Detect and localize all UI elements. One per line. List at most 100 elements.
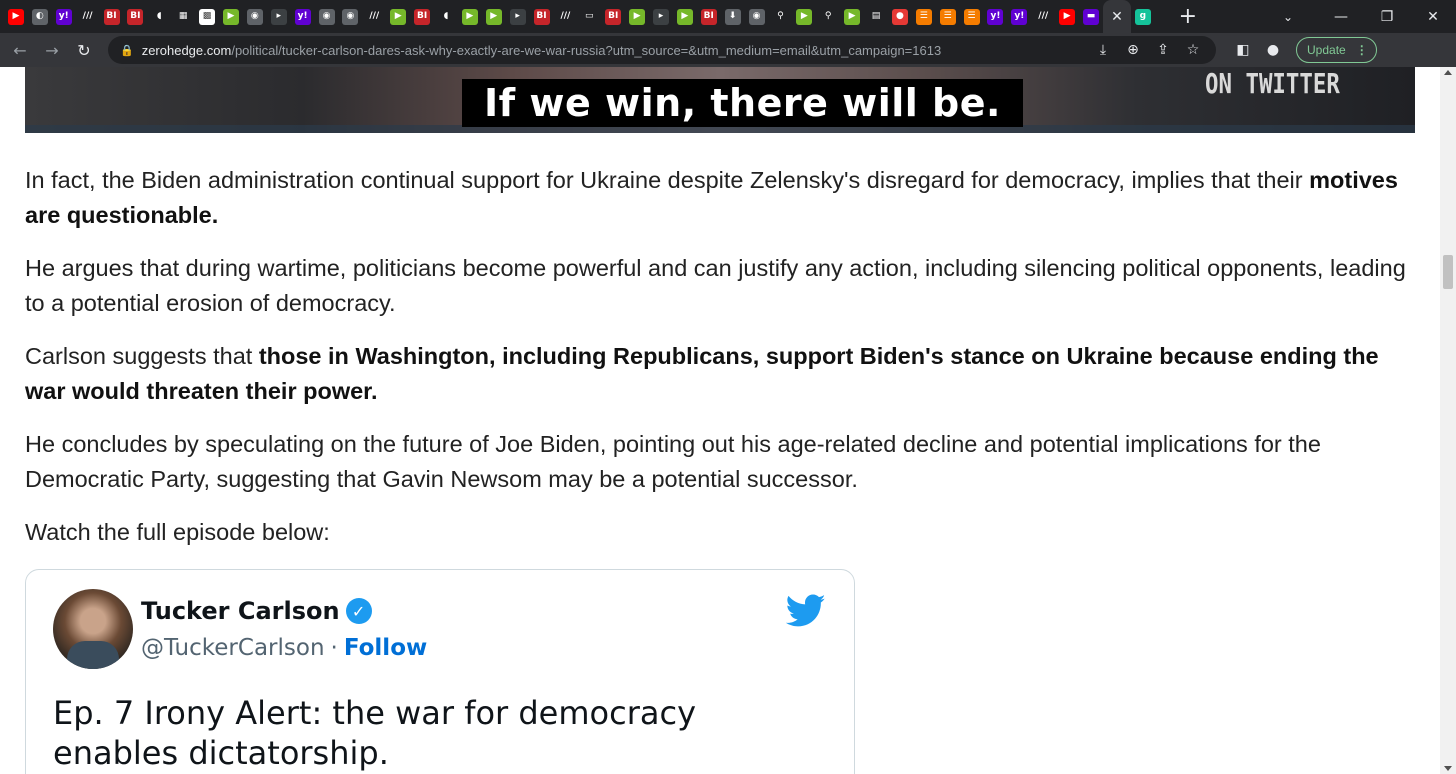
browser-tab[interactable]: ▶: [219, 0, 243, 33]
browser-tab[interactable]: ▬: [1079, 0, 1103, 33]
tweet-author-name[interactable]: Tucker Carlson: [141, 597, 340, 625]
browser-tab[interactable]: ◉: [243, 0, 267, 33]
browser-tab[interactable]: ▶: [673, 0, 697, 33]
handle-separator: ·: [330, 635, 338, 661]
browser-tab[interactable]: ●: [888, 0, 912, 33]
browser-tab[interactable]: ///: [553, 0, 577, 33]
browser-tab[interactable]: BI: [697, 0, 721, 33]
browser-tab[interactable]: ◖: [434, 0, 458, 33]
search-icon: ⚲: [772, 8, 789, 25]
url-text[interactable]: zerohedge.com/political/tucker-carlson-d…: [142, 43, 942, 58]
play-icon: ▶: [485, 8, 502, 25]
browser-tab[interactable]: BI: [123, 0, 147, 33]
minimize-button[interactable]: —: [1318, 0, 1364, 33]
address-bar[interactable]: 🔒 zerohedge.com/political/tucker-carlson…: [108, 36, 1216, 64]
browser-tab[interactable]: y!: [291, 0, 315, 33]
browser-tab[interactable]: y!: [52, 0, 76, 33]
new-tab-button[interactable]: +: [1173, 0, 1203, 33]
browser-tab[interactable]: ◉: [315, 0, 339, 33]
business-insider-icon: BI: [605, 8, 622, 25]
menu-dots-icon[interactable]: ⋮: [1356, 43, 1368, 57]
twitter-bird-icon[interactable]: [786, 594, 826, 628]
tweet-author[interactable]: Tucker Carlson ✓: [141, 597, 372, 625]
browser-tab[interactable]: ▶: [386, 0, 410, 33]
browser-tab[interactable]: ▶: [4, 0, 28, 33]
grid-icon: ▦: [175, 8, 192, 25]
browser-tab[interactable]: BI: [530, 0, 554, 33]
active-tab[interactable]: ✕: [1102, 0, 1131, 33]
browser-tab[interactable]: ⚲: [769, 0, 793, 33]
grammarly-icon: g: [1134, 8, 1151, 25]
browser-tab[interactable]: ▭: [577, 0, 601, 33]
side-panel-icon[interactable]: ◧: [1228, 42, 1258, 58]
update-button[interactable]: Update ⋮: [1296, 37, 1377, 63]
article-body: In fact, the Biden administration contin…: [25, 163, 1420, 568]
browser-tab[interactable]: ▦: [171, 0, 195, 33]
browser-tab[interactable]: ◖: [147, 0, 171, 33]
window-controls: ⌄ — ❐ ✕: [1258, 0, 1456, 33]
browser-tab[interactable]: ⬇: [721, 0, 745, 33]
toolbar-right: ◧ ● Update ⋮: [1228, 37, 1377, 63]
browser-tab[interactable]: ◉: [745, 0, 769, 33]
browser-tab[interactable]: y!: [1007, 0, 1031, 33]
lock-icon[interactable]: 🔒: [120, 44, 134, 57]
reload-button[interactable]: ↻: [70, 36, 98, 64]
browser-tab[interactable]: ▸: [267, 0, 291, 33]
browser-tab[interactable]: BI: [100, 0, 124, 33]
zoom-icon[interactable]: ⊕: [1118, 42, 1148, 58]
scroll-down-arrow-icon[interactable]: [1444, 766, 1452, 771]
globe-icon: ◉: [748, 8, 765, 25]
back-button[interactable]: ←: [6, 36, 34, 64]
browser-tab[interactable]: ▶: [625, 0, 649, 33]
browser-tab[interactable]: ▩: [195, 0, 219, 33]
page-scrollbar[interactable]: [1440, 67, 1456, 774]
share-icon[interactable]: ⇪: [1148, 42, 1178, 58]
browser-tab[interactable]: ///: [362, 0, 386, 33]
browser-tab[interactable]: ☰: [912, 0, 936, 33]
close-icon[interactable]: ✕: [1109, 9, 1125, 25]
browser-tab[interactable]: ▶: [1055, 0, 1079, 33]
video-thumbnail[interactable]: If we win, there will be. ON TWITTER: [25, 67, 1415, 133]
tab-search-chevron-icon[interactable]: ⌄: [1258, 0, 1318, 33]
browser-tab[interactable]: ▶: [458, 0, 482, 33]
page-viewport: If we win, there will be. ON TWITTER In …: [0, 67, 1440, 774]
forward-button[interactable]: →: [38, 36, 66, 64]
browser-tab[interactable]: ◉: [338, 0, 362, 33]
browser-tab[interactable]: ▸: [649, 0, 673, 33]
browser-tab[interactable]: ▸: [506, 0, 530, 33]
browser-tab[interactable]: ▶: [792, 0, 816, 33]
video-caption: If we win, there will be.: [462, 79, 1023, 127]
browser-tab[interactable]: BI: [410, 0, 434, 33]
install-app-icon[interactable]: ⤓: [1088, 42, 1118, 58]
tab-strip: ▶ ◐ y! /// BI BI ◖ ▦ ▩ ▶ ◉ ▸ y! ◉ ◉ /// ▶ BI ◖ ▶ ▶ ▸ BI /// ▭ BI ▶…: [0, 0, 1456, 33]
browser-tab[interactable]: BI: [601, 0, 625, 33]
browser-tab[interactable]: ☰: [960, 0, 984, 33]
follow-button[interactable]: Follow: [344, 635, 427, 661]
browser-tab[interactable]: ▶: [840, 0, 864, 33]
avatar[interactable]: [53, 589, 133, 669]
close-window-button[interactable]: ✕: [1410, 0, 1456, 33]
browser-tab[interactable]: y!: [984, 0, 1008, 33]
browser-tab[interactable]: g: [1131, 0, 1155, 33]
profile-icon[interactable]: ●: [1258, 42, 1288, 58]
tweet-handle[interactable]: @TuckerCarlson: [141, 635, 325, 661]
bookmark-icon: ☰: [963, 8, 980, 25]
paragraph-5: Watch the full episode below:: [25, 515, 1420, 550]
maximize-button[interactable]: ❐: [1364, 0, 1410, 33]
browser-tab[interactable]: ///: [1031, 0, 1055, 33]
browser-tab[interactable]: ▤: [864, 0, 888, 33]
business-insider-icon: BI: [533, 8, 550, 25]
tweet-embed[interactable]: Tucker Carlson ✓ @TuckerCarlson · Follow E…: [25, 569, 855, 774]
browser-tab[interactable]: ▶: [482, 0, 506, 33]
bookmark-star-icon[interactable]: ☆: [1178, 42, 1208, 58]
browser-tab[interactable]: ///: [76, 0, 100, 33]
puzzle-icon: ▩: [199, 8, 216, 25]
shield-icon: ◖: [437, 8, 454, 25]
browser-tab[interactable]: ◐: [28, 0, 52, 33]
news-icon: ▤: [868, 8, 884, 25]
browser-tab[interactable]: ⚲: [816, 0, 840, 33]
scroll-thumb[interactable]: [1443, 255, 1453, 289]
scroll-up-arrow-icon[interactable]: [1444, 70, 1452, 75]
tweet-handle-row: @TuckerCarlson · Follow: [141, 635, 427, 661]
browser-tab[interactable]: ☰: [936, 0, 960, 33]
